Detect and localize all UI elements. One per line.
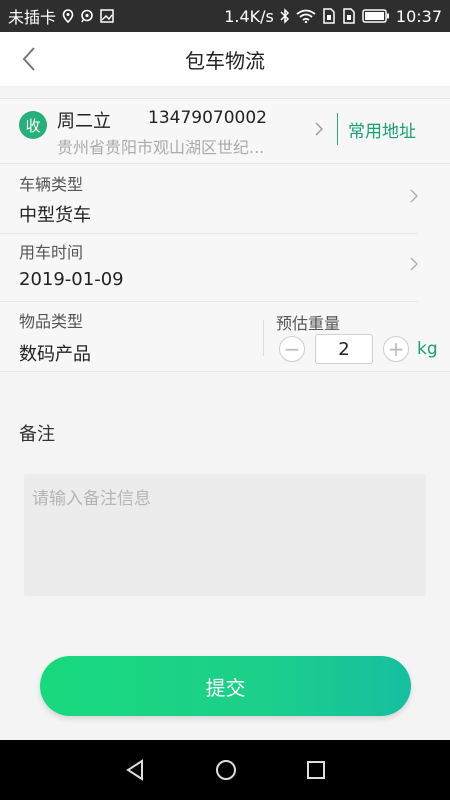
bluetooth-icon: [280, 8, 290, 24]
message-icon: [80, 9, 94, 23]
common-address-button[interactable]: 常用地址: [348, 117, 416, 142]
chevron-right-icon: [410, 256, 418, 275]
sim-icon: [342, 8, 356, 24]
wifi-icon: [296, 9, 316, 23]
submit-button[interactable]: 提交: [40, 656, 411, 716]
receiver-phone: 13479070002: [148, 108, 267, 128]
goods-weight-row: 物品类型 数码产品 预估重量 − 2 +: [0, 302, 450, 372]
back-triangle-icon[interactable]: [124, 759, 146, 781]
system-navigation-bar: [0, 740, 450, 800]
recents-square-icon[interactable]: [306, 760, 326, 780]
chevron-left-icon: [22, 47, 35, 71]
back-button[interactable]: [14, 44, 44, 74]
decrease-weight-button[interactable]: −: [279, 336, 305, 362]
network-speed: 1.4K/s: [224, 6, 274, 26]
goods-type-label: 物品类型: [19, 312, 84, 331]
navigation-bar: 包车物流: [0, 32, 450, 86]
weight-input[interactable]: 2: [315, 334, 373, 364]
receiver-name: 周二立: [57, 111, 111, 132]
weight-stepper: − 2 +: [279, 334, 409, 364]
vehicle-type-value: 中型货车: [19, 205, 91, 226]
receiver-address: 贵州省贵阳市观山湖区世纪...: [57, 138, 265, 157]
image-icon: [100, 9, 114, 23]
battery-icon: [362, 9, 390, 23]
home-circle-icon[interactable]: [214, 758, 238, 782]
clock: 10:37: [395, 6, 442, 26]
location-icon: [62, 9, 74, 23]
sim-icon: [322, 8, 336, 24]
remark-textarea[interactable]: 请输入备注信息: [24, 474, 426, 596]
increase-weight-button[interactable]: +: [383, 336, 409, 362]
page-title: 包车物流: [185, 48, 265, 73]
vehicle-type-label: 车辆类型: [19, 175, 84, 194]
receiver-address-card[interactable]: 收 周二立 13479070002 贵州省贵阳市观山湖区世纪... 常用地址: [0, 98, 450, 164]
use-time-label: 用车时间: [19, 243, 84, 262]
divider: [263, 320, 264, 356]
use-time-row[interactable]: 用车时间 2019-01-09: [0, 234, 418, 302]
divider: [337, 113, 338, 145]
remark-label: 备注: [19, 424, 55, 445]
vehicle-type-row[interactable]: 车辆类型 中型货车: [0, 166, 418, 234]
carrier-text: 未插卡: [8, 8, 57, 27]
chevron-right-icon: [410, 188, 418, 207]
chevron-right-icon: [315, 121, 323, 140]
use-time-value: 2019-01-09: [19, 269, 124, 290]
receiver-badge: 收: [19, 111, 47, 139]
order-form: 车辆类型 中型货车 用车时间 2019-01-09 物品类型 数码产品 预估重量…: [0, 166, 450, 372]
weight-unit: kg: [417, 339, 438, 359]
status-bar: 未插卡 1.4K/s 10:37: [0, 0, 450, 32]
weight-label: 预估重量: [276, 314, 341, 333]
goods-type-value[interactable]: 数码产品: [19, 340, 91, 366]
